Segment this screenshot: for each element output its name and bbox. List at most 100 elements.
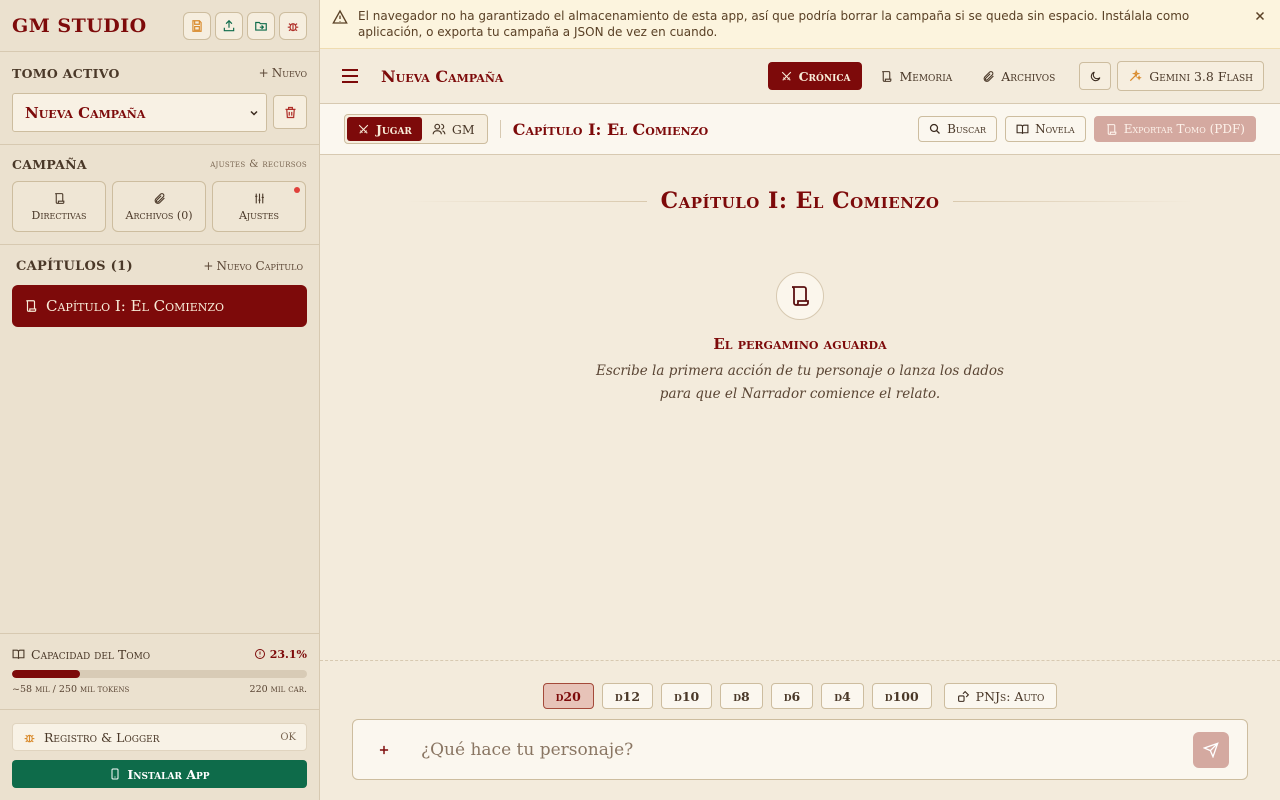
- tab-cronica[interactable]: Crónica: [767, 62, 863, 90]
- dice-d100-button[interactable]: d100: [871, 683, 932, 709]
- dice-d10-button[interactable]: d10: [661, 683, 713, 709]
- empty-state-description: Escribe la primera acción de tu personaj…: [596, 363, 1004, 402]
- hamburger-icon: [342, 69, 358, 83]
- plus-icon: +: [258, 66, 269, 80]
- empty-state-badge: [776, 272, 824, 320]
- close-icon: [1255, 11, 1265, 21]
- capacity-bar-fill: [12, 670, 81, 678]
- dice-d20-button[interactable]: d20: [542, 683, 594, 709]
- chapter-heading-title: Capítulo I: El Comienzo: [660, 188, 940, 214]
- chapter-item[interactable]: Capítulo I: El Comienzo: [12, 285, 307, 327]
- logger-status: OK: [280, 731, 296, 743]
- scroll-icon: [791, 286, 809, 306]
- model-selector-button[interactable]: Gemini 3.8 Flash: [1117, 61, 1264, 91]
- close-warning-button[interactable]: [1252, 8, 1268, 24]
- chapter-title: Capítulo I: El Comienzo: [512, 119, 709, 139]
- directivas-card[interactable]: Directivas: [12, 181, 106, 232]
- campaign-sublabel: ajustes & recursos: [210, 158, 307, 170]
- scroll-icon: [54, 192, 64, 204]
- sliders-icon: [254, 193, 264, 203]
- book-icon: [12, 649, 25, 659]
- chronicle-content: Capítulo I: El Comienzo El pergamino agu…: [320, 155, 1280, 660]
- new-tomo-button[interactable]: + Nuevo: [259, 66, 307, 80]
- app-brand: GM STUDIO: [12, 14, 147, 37]
- divider: [499, 120, 501, 138]
- warning-icon: [332, 9, 348, 24]
- scroll-icon: [26, 300, 37, 312]
- swords-icon: [781, 71, 791, 81]
- plus-icon: +: [203, 259, 214, 273]
- delete-tomo-button[interactable]: [273, 95, 307, 129]
- chapter-heading: Capítulo I: El Comienzo: [320, 188, 1280, 214]
- ajustes-card[interactable]: Ajustes: [212, 181, 306, 232]
- alert-circle-icon: [254, 649, 265, 659]
- install-app-button[interactable]: Instalar App: [12, 760, 307, 788]
- mode-jugar[interactable]: Jugar: [347, 117, 422, 141]
- sidebar-toolbar: [183, 11, 307, 40]
- capacity-panel: Capacidad del Tomo 23.1% ~58 mil / 250 m…: [0, 633, 319, 695]
- search-icon: [929, 123, 941, 134]
- paperclip-icon: [983, 70, 995, 82]
- heading-rule: [406, 200, 647, 202]
- new-chapter-button[interactable]: + Nuevo Capítulo: [203, 259, 303, 273]
- menu-button[interactable]: [340, 68, 362, 84]
- empty-state-title: El pergamino aguarda: [713, 335, 887, 353]
- attach-button[interactable]: [377, 743, 397, 757]
- archivos-card[interactable]: Archivos (0): [112, 181, 206, 232]
- bug-icon: [24, 734, 35, 742]
- capacity-label: Capacidad del Tomo: [31, 646, 151, 662]
- main-area: El navegador no ha garantizado el almace…: [320, 0, 1280, 800]
- capacity-percent: 23.1%: [269, 647, 307, 661]
- capacity-tokens: ~58 mil / 250 mil tokens: [12, 684, 130, 695]
- send-icon: [1203, 741, 1219, 758]
- action-composer: [352, 719, 1248, 780]
- debug-button[interactable]: [279, 11, 307, 40]
- import-folder-button[interactable]: [247, 11, 275, 40]
- search-button[interactable]: Buscar: [918, 116, 998, 142]
- mode-toggle: Jugar GM: [344, 114, 488, 144]
- sidebar: GM STUDIO TOMO ACTIVO + Nuevo Nueva Camp…: [0, 0, 320, 800]
- save-button[interactable]: [183, 11, 211, 40]
- plus-icon: [379, 745, 389, 754]
- dice-d8-button[interactable]: d8: [720, 683, 763, 709]
- capacity-chars: 220 mil car.: [249, 684, 307, 695]
- mode-gm[interactable]: GM: [422, 117, 485, 141]
- divider: [0, 244, 319, 245]
- divider: [0, 144, 319, 145]
- swords-icon: [358, 124, 369, 134]
- export-pdf-button[interactable]: Exportar Tomo (PDF): [1093, 116, 1256, 142]
- campaign-label: CAMPAÑA: [12, 156, 87, 172]
- send-button[interactable]: [1193, 731, 1229, 768]
- paperclip-icon: [154, 192, 165, 204]
- novel-button[interactable]: Novela: [1005, 116, 1086, 142]
- sidebar-header: GM STUDIO: [0, 0, 319, 52]
- chapter-toolbar: Jugar GM Capítulo I: El Comienzo Buscar …: [320, 104, 1280, 155]
- action-input[interactable]: [421, 739, 1193, 760]
- sparkles-icon: [1130, 69, 1142, 82]
- export-button[interactable]: [215, 11, 243, 40]
- chapters-label: CAPÍTULOS (1): [16, 258, 133, 274]
- scroll-icon: [882, 70, 892, 82]
- moon-icon: [1090, 71, 1101, 81]
- tab-memoria[interactable]: Memoria: [868, 62, 964, 90]
- upload-icon: [223, 19, 235, 31]
- notification-dot: [294, 187, 300, 193]
- bug-icon: [287, 22, 299, 31]
- dice-d4-button[interactable]: d4: [821, 683, 864, 709]
- chevron-down-icon: [250, 110, 258, 116]
- smartphone-icon: [111, 768, 119, 780]
- tab-archivos[interactable]: Archivos: [970, 62, 1067, 90]
- save-icon: [192, 19, 202, 32]
- users-icon: [432, 123, 446, 135]
- logger-button[interactable]: Registro & Logger OK: [12, 723, 307, 751]
- scroll-icon: [1106, 123, 1117, 135]
- folder-icon: [255, 21, 267, 31]
- divider: [320, 660, 1280, 661]
- pnj-toggle-button[interactable]: PNJs: Auto: [943, 683, 1058, 709]
- dice-d6-button[interactable]: d6: [770, 683, 814, 709]
- theme-toggle-button[interactable]: [1079, 62, 1112, 90]
- campaign-title: Nueva Campaña: [381, 66, 504, 86]
- dice-d12-button[interactable]: d12: [601, 683, 654, 709]
- heading-rule: [953, 200, 1194, 202]
- tomo-select[interactable]: Nueva Campaña: [12, 93, 267, 132]
